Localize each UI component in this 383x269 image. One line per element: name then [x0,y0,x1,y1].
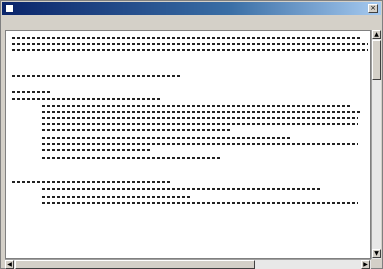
notepad-icon [5,4,14,13]
document-text-area[interactable] [5,30,371,259]
text-line [42,149,152,151]
text-line [42,157,222,159]
text-line [42,188,322,190]
text-line [12,98,162,100]
menu-bar [2,16,381,28]
scroll-right-arrow-icon[interactable]: ▶ [361,260,370,269]
text-line [12,91,52,93]
text-line [12,37,362,39]
text-line [12,43,368,45]
text-line [42,129,232,131]
text-line [42,105,352,107]
scroll-up-arrow-icon[interactable]: ▲ [372,30,381,39]
text-line [12,181,172,183]
text-line [42,123,358,125]
text-line [42,117,358,119]
text-line [42,137,292,139]
text-line [12,49,368,51]
text-line [42,196,192,198]
horizontal-scrollbar[interactable]: ◀ ▶ [5,259,371,269]
scroll-left-arrow-icon[interactable]: ◀ [5,260,14,269]
text-line [12,75,182,77]
vertical-scroll-thumb[interactable] [372,40,381,80]
text-line [42,111,360,113]
text-line [42,202,358,204]
horizontal-scroll-thumb[interactable] [15,260,255,269]
text-line [42,143,358,145]
close-button[interactable]: × [368,4,378,13]
notepad-window: × ▲ ▼ ◀ ▶ [0,0,383,269]
title-bar[interactable]: × [2,2,381,15]
vertical-scrollbar[interactable]: ▲ ▼ [371,30,381,259]
scroll-down-arrow-icon[interactable]: ▼ [372,249,381,258]
